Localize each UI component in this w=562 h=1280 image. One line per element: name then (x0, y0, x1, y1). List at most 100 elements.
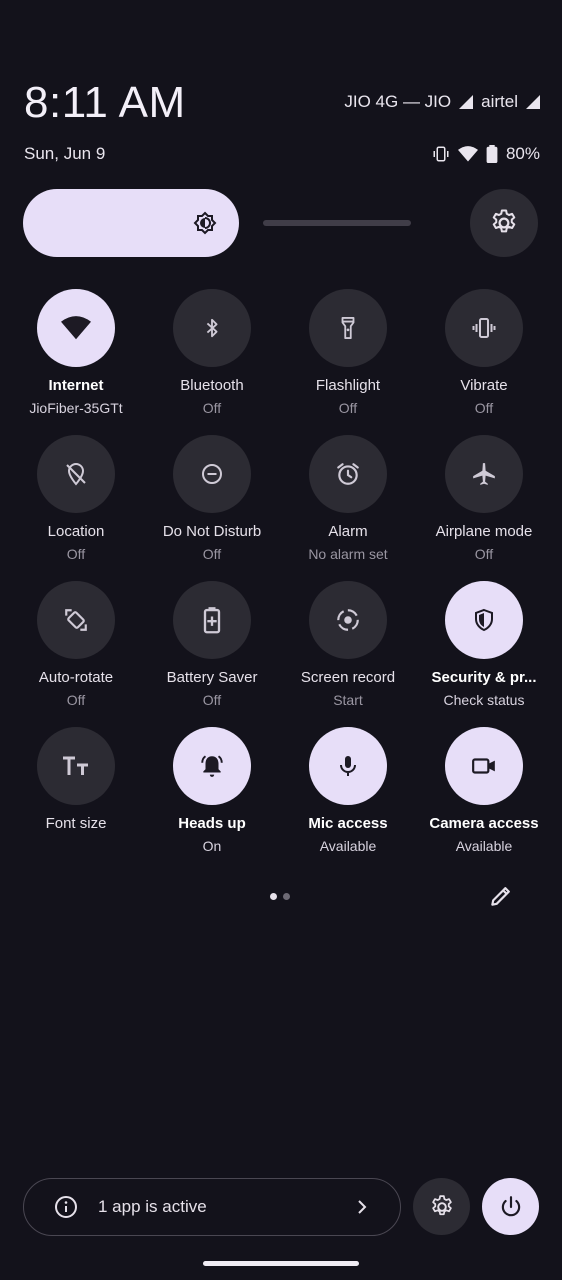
tile-label: Vibrate (460, 377, 508, 394)
font-size-icon (63, 756, 88, 775)
tile-circle[interactable] (173, 581, 251, 659)
battery-saver-icon (203, 607, 221, 634)
tile-flashlight[interactable]: Flashlight Off (280, 289, 416, 416)
tile-label: Internet (48, 377, 104, 394)
tile-internet[interactable]: Internet JioFiber-35GTt (8, 289, 144, 416)
vibrate-status-icon (432, 145, 450, 163)
tile-mic-access[interactable]: Mic access Available (280, 727, 416, 854)
pencil-icon (491, 887, 510, 906)
tile-battery-saver[interactable]: Battery Saver Off (144, 581, 280, 708)
battery-icon (486, 145, 498, 163)
carrier2-label: airtel (481, 92, 518, 111)
tile-sub: Available (455, 838, 513, 854)
info-icon (55, 1196, 77, 1218)
tile-circle[interactable] (445, 581, 523, 659)
tile-sub: Off (66, 692, 86, 708)
gear-icon (492, 209, 516, 233)
tile-camera-access[interactable]: Camera access Available (416, 727, 552, 854)
wifi-icon (61, 316, 91, 340)
tile-circle[interactable] (37, 727, 115, 805)
home-gesture-bar[interactable] (203, 1261, 359, 1266)
tile-security-privacy[interactable]: Security & pr... Check status (416, 581, 552, 708)
alarm-icon (337, 463, 359, 485)
do-not-disturb-icon (202, 464, 222, 484)
tile-label: Camera access (429, 815, 539, 832)
carrier1-label: JIO 4G — JIO (344, 92, 452, 111)
tile-sub: Off (474, 400, 494, 416)
tile-sub: Off (202, 546, 222, 562)
power-button[interactable] (482, 1178, 539, 1235)
tile-circle[interactable] (173, 727, 251, 805)
tile-label: Mic access (308, 815, 388, 832)
tile-label: Bluetooth (180, 377, 244, 394)
tile-label: Airplane mode (435, 523, 533, 540)
edit-tiles-button[interactable] (488, 883, 514, 909)
vibrate-icon (472, 318, 496, 338)
tile-label: Font size (45, 815, 107, 832)
brightness-slider[interactable] (23, 189, 411, 257)
tile-location[interactable]: Location Off (8, 435, 144, 562)
tile-label: Alarm (328, 523, 368, 540)
gear-icon (431, 1194, 452, 1215)
brightness-icon (193, 211, 217, 235)
tile-circle[interactable] (173, 289, 251, 367)
tile-label: Heads up (178, 815, 246, 832)
tile-auto-rotate[interactable]: Auto-rotate Off (8, 581, 144, 708)
tile-circle[interactable] (445, 435, 523, 513)
settings-gear-button[interactable] (470, 189, 538, 257)
tile-label: Screen record (300, 669, 396, 686)
tile-label: Location (47, 523, 105, 540)
tile-vibrate[interactable]: Vibrate Off (416, 289, 552, 416)
tile-sub: Off (474, 546, 494, 562)
tile-bluetooth[interactable]: Bluetooth Off (144, 289, 280, 416)
location-off-icon (66, 463, 86, 486)
tile-heads-up[interactable]: Heads up On (144, 727, 280, 854)
tile-font-size[interactable]: Font size (8, 727, 144, 838)
tile-sub: JioFiber-35GTt (29, 400, 123, 416)
tile-sub: Available (319, 838, 377, 854)
tile-circle[interactable] (309, 727, 387, 805)
tile-label: Auto-rotate (38, 669, 114, 686)
tile-sub: On (202, 838, 222, 854)
flashlight-icon (341, 316, 355, 339)
camera-icon (472, 758, 495, 774)
tile-circle[interactable] (309, 581, 387, 659)
tile-circle[interactable] (445, 727, 523, 805)
tile-label: Flashlight (315, 377, 381, 394)
tile-label: Security & pr... (431, 669, 537, 686)
tile-circle[interactable] (37, 581, 115, 659)
airplane-icon (473, 463, 495, 485)
clock[interactable]: 8:11 AM (24, 78, 186, 128)
carrier-info: JIO 4G — JIO airtel (344, 92, 540, 112)
bluetooth-icon (206, 318, 218, 338)
status-icons: 80% (432, 144, 540, 164)
tile-sub: Check status (443, 692, 525, 708)
page-indicator (270, 893, 290, 900)
mic-icon (340, 756, 356, 776)
tile-circle[interactable] (37, 289, 115, 367)
tile-sub: Off (338, 400, 358, 416)
page-dot (283, 893, 290, 900)
brightness-track (263, 220, 411, 226)
tile-circle[interactable] (309, 289, 387, 367)
footer-settings-button[interactable] (413, 1178, 470, 1235)
page-dot-active (270, 893, 277, 900)
active-apps-label: 1 app is active (98, 1197, 207, 1216)
active-apps-pill[interactable]: 1 app is active (23, 1178, 401, 1236)
tile-do-not-disturb[interactable]: Do Not Disturb Off (144, 435, 280, 562)
signal-icon (526, 95, 540, 109)
wifi-status-icon (457, 145, 478, 163)
shield-icon (475, 608, 493, 632)
tile-circle[interactable] (309, 435, 387, 513)
tile-sub: No alarm set (308, 546, 388, 562)
date[interactable]: Sun, Jun 9 (24, 144, 105, 164)
tile-circle[interactable] (37, 435, 115, 513)
tile-airplane-mode[interactable]: Airplane mode Off (416, 435, 552, 562)
tile-screen-record[interactable]: Screen record Start (280, 581, 416, 708)
power-icon (501, 1195, 520, 1216)
tile-circle[interactable] (173, 435, 251, 513)
tile-circle[interactable] (445, 289, 523, 367)
battery-percent: 80% (505, 144, 540, 163)
tile-sub: Off (202, 692, 222, 708)
tile-alarm[interactable]: Alarm No alarm set (280, 435, 416, 562)
